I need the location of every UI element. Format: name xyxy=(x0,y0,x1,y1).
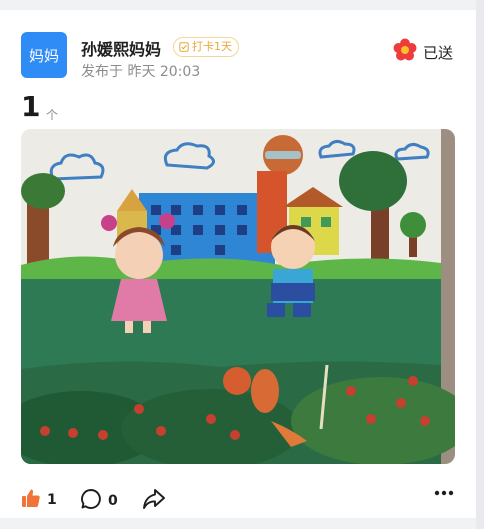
like-button[interactable]: 1 xyxy=(21,488,57,512)
checkin-badge: 打卡1天 xyxy=(173,37,239,57)
action-bar: 1 0 xyxy=(0,482,476,518)
like-count: 1 xyxy=(47,492,57,508)
comment-button[interactable]: 0 xyxy=(80,488,118,514)
flower-status: 已送 xyxy=(423,44,454,62)
red-flower-icon[interactable] xyxy=(393,38,417,62)
count-unit: 个 xyxy=(46,108,59,122)
count-value: 1 xyxy=(21,90,41,123)
comment-count: 0 xyxy=(108,493,118,509)
thumbs-up-icon xyxy=(21,488,41,512)
username[interactable]: 孙媛熙妈妈 xyxy=(81,36,161,60)
avatar-label: 妈妈 xyxy=(28,46,59,65)
share-button[interactable] xyxy=(142,488,166,514)
share-icon xyxy=(142,488,166,514)
more-icon[interactable] xyxy=(434,490,454,496)
avatar[interactable]: 妈妈 xyxy=(21,32,67,78)
comment-icon xyxy=(80,488,102,514)
checkin-icon xyxy=(179,42,189,52)
scroll-gutter xyxy=(476,0,484,529)
checkin-badge-label: 打卡1天 xyxy=(192,40,232,53)
post-card: 妈妈 孙媛熙妈妈 打卡1天 发布于 昨天 20:03 已送 1 个 1 0 xyxy=(0,10,476,518)
child-drawing-image[interactable] xyxy=(21,129,455,464)
post-time: 发布于 昨天 20:03 xyxy=(81,64,201,80)
